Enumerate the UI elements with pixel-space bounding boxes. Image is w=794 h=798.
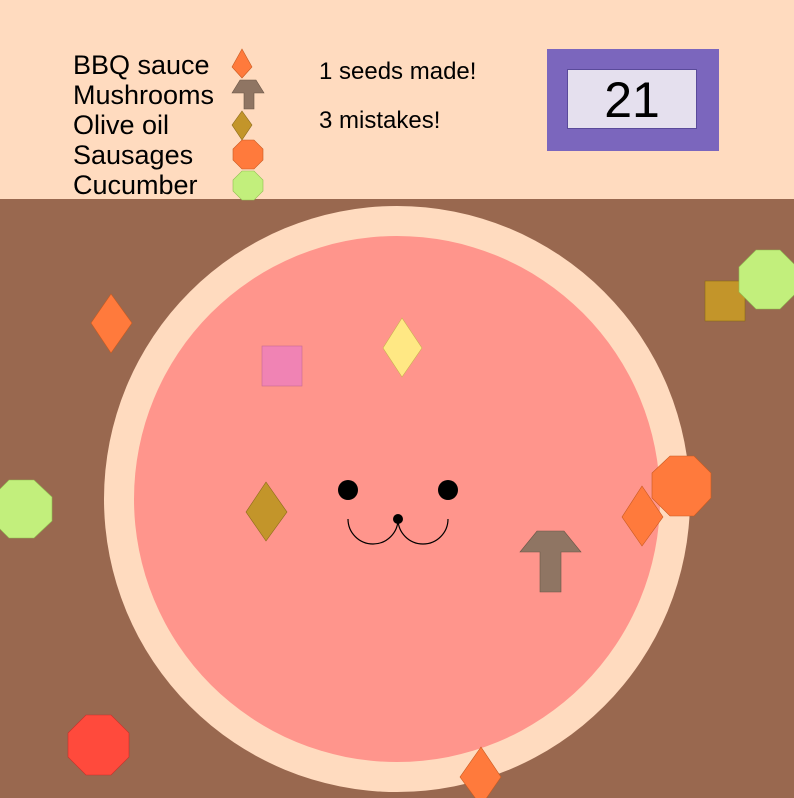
game-canvas — [0, 48, 794, 798]
sausage-octagon-topping[interactable] — [651, 455, 712, 517]
pink-square-topping[interactable] — [261, 345, 303, 387]
sausage-octagon-icon — [232, 139, 264, 170]
pizza-sauce[interactable] — [134, 236, 660, 762]
bbq-sauce-drop-icon — [231, 48, 253, 79]
cucumber-octagon-topping[interactable] — [0, 479, 53, 539]
bbq-sauce-drop-topping[interactable] — [90, 293, 133, 354]
red-octagon-topping[interactable] — [67, 714, 130, 776]
cucumber-octagon-icon — [232, 170, 264, 201]
mushroom-icon — [231, 79, 265, 110]
olive-oil-drop-icon — [231, 110, 253, 141]
face-right-eye — [438, 480, 458, 500]
face-left-eye — [338, 480, 358, 500]
cucumber-octagon-topping[interactable] — [738, 249, 794, 310]
